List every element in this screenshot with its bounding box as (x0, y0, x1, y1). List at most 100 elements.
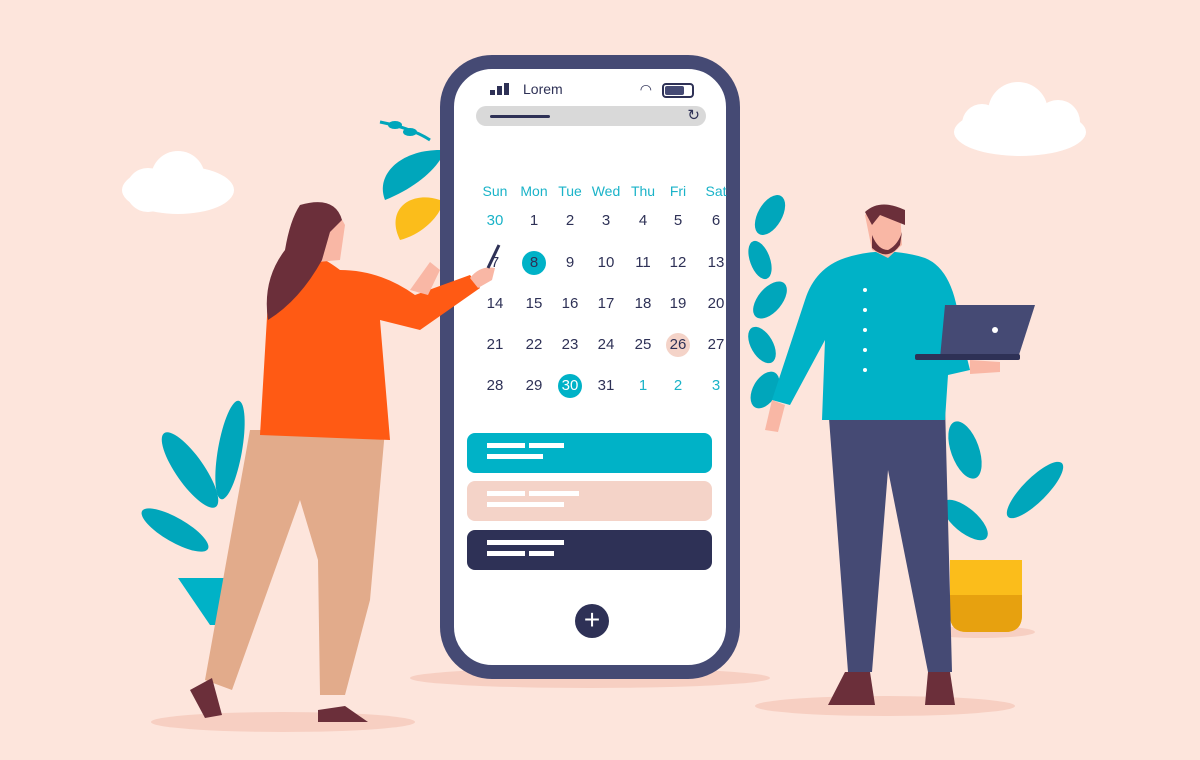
potted-plant-right (942, 421, 1064, 632)
day-number: 1 (638, 377, 648, 394)
calendar-day[interactable]: 26 (660, 333, 696, 357)
battery-icon (662, 83, 694, 98)
calendar-day[interactable]: 10 (588, 251, 624, 275)
calendar-day[interactable]: 12 (660, 251, 696, 275)
text-placeholder-line (529, 491, 579, 496)
day-number: 20 (707, 295, 725, 312)
calendar-day[interactable]: 21 (477, 333, 513, 357)
plant-behind-phone-left (379, 120, 440, 240)
day-number: 5 (673, 212, 683, 229)
day-number: 4 (638, 212, 648, 229)
day-number: 18 (634, 295, 652, 312)
day-number: 13 (707, 254, 725, 271)
day-number: 24 (597, 336, 615, 353)
calendar-day[interactable]: 14 (477, 292, 513, 316)
text-placeholder-line (487, 491, 525, 496)
calendar-day[interactable]: 30 (477, 209, 513, 233)
day-number: 31 (597, 377, 615, 394)
day-number: 25 (634, 336, 652, 353)
calendar-day[interactable]: 3 (698, 374, 734, 398)
calendar-day[interactable]: 8 (516, 251, 552, 275)
text-placeholder-line (487, 540, 564, 545)
day-number: 1 (529, 212, 539, 229)
calendar-day[interactable]: 30 (552, 374, 588, 398)
calendar-day[interactable]: 1 (625, 374, 661, 398)
status-bar: Lorem ◠ (476, 81, 704, 101)
man-figure (765, 204, 1035, 705)
plus-icon: + (583, 604, 601, 635)
weekday-tue: Tue (558, 183, 582, 199)
ground-shadow (925, 626, 1035, 638)
calendar-day[interactable]: 29 (516, 374, 552, 398)
calendar-day[interactable]: 28 (477, 374, 513, 398)
calendar-day[interactable]: 7 (477, 251, 513, 275)
calendar-day[interactable]: 6 (698, 209, 734, 233)
day-number: 2 (673, 377, 683, 394)
cloud-right (954, 82, 1086, 156)
event-card[interactable] (467, 433, 712, 473)
calendar-day[interactable]: 15 (516, 292, 552, 316)
text-placeholder-line (487, 502, 564, 507)
ground-shadow (151, 712, 415, 732)
plant-behind-phone-right (748, 195, 787, 409)
calendar-day[interactable]: 24 (588, 333, 624, 357)
calendar-day[interactable]: 23 (552, 333, 588, 357)
day-number: 23 (561, 336, 579, 353)
text-placeholder-line (487, 454, 543, 459)
calendar-day[interactable]: 2 (552, 209, 588, 233)
day-number: 14 (486, 295, 504, 312)
text-placeholder-line (529, 551, 554, 556)
day-number: 19 (669, 295, 687, 312)
ground-shadow (755, 696, 1015, 716)
calendar-day[interactable]: 2 (660, 374, 696, 398)
day-number: 16 (561, 295, 579, 312)
calendar-day[interactable]: 20 (698, 292, 734, 316)
calendar-day[interactable]: 4 (625, 209, 661, 233)
wifi-icon: ◠ (639, 81, 652, 97)
calendar-day[interactable]: 19 (660, 292, 696, 316)
day-number: 2 (565, 212, 575, 229)
day-number: 29 (525, 377, 543, 394)
day-number: 7 (490, 254, 500, 271)
calendar-day[interactable]: 1 (516, 209, 552, 233)
event-card[interactable] (467, 530, 712, 570)
day-number: 27 (707, 336, 725, 353)
day-number: 8 (522, 251, 546, 275)
phone: Lorem ◠ ↻ Sun Mon Tue Wed Thu Fri Sat 30 1 2 3 4 5 6 7… (440, 55, 740, 679)
day-number: 26 (666, 333, 690, 357)
calendar-day[interactable]: 31 (588, 374, 624, 398)
calendar-day[interactable]: 9 (552, 251, 588, 275)
weekday-sat: Sat (705, 183, 727, 199)
day-number: 9 (565, 254, 575, 271)
potted-plant-left (141, 400, 279, 625)
reload-icon[interactable]: ↻ (687, 106, 700, 126)
signal-icon (490, 83, 510, 95)
weekday-thu: Thu (630, 183, 656, 199)
calendar-day[interactable]: 3 (588, 209, 624, 233)
day-number: 28 (486, 377, 504, 394)
text-placeholder-line (529, 443, 564, 448)
event-card[interactable] (467, 481, 712, 521)
weekday-wed: Wed (591, 183, 621, 199)
calendar-day[interactable]: 11 (625, 251, 661, 275)
calendar-day[interactable]: 13 (698, 251, 734, 275)
day-number: 15 (525, 295, 543, 312)
day-number: 30 (486, 212, 504, 229)
add-event-button[interactable]: + (575, 604, 609, 638)
day-number: 3 (711, 377, 721, 394)
calendar-day[interactable]: 25 (625, 333, 661, 357)
day-number: 6 (711, 212, 721, 229)
calendar-day[interactable]: 27 (698, 333, 734, 357)
calendar-day[interactable]: 5 (660, 209, 696, 233)
url-bar[interactable]: ↻ (476, 106, 706, 126)
calendar-day[interactable]: 18 (625, 292, 661, 316)
calendar-day[interactable]: 16 (552, 292, 588, 316)
day-number: 17 (597, 295, 615, 312)
calendar-day[interactable]: 17 (588, 292, 624, 316)
calendar-day[interactable]: 22 (516, 333, 552, 357)
day-number: 12 (669, 254, 687, 271)
text-placeholder-line (487, 443, 525, 448)
weekday-mon: Mon (520, 183, 548, 199)
day-number: 3 (601, 212, 611, 229)
day-number: 30 (558, 374, 582, 398)
